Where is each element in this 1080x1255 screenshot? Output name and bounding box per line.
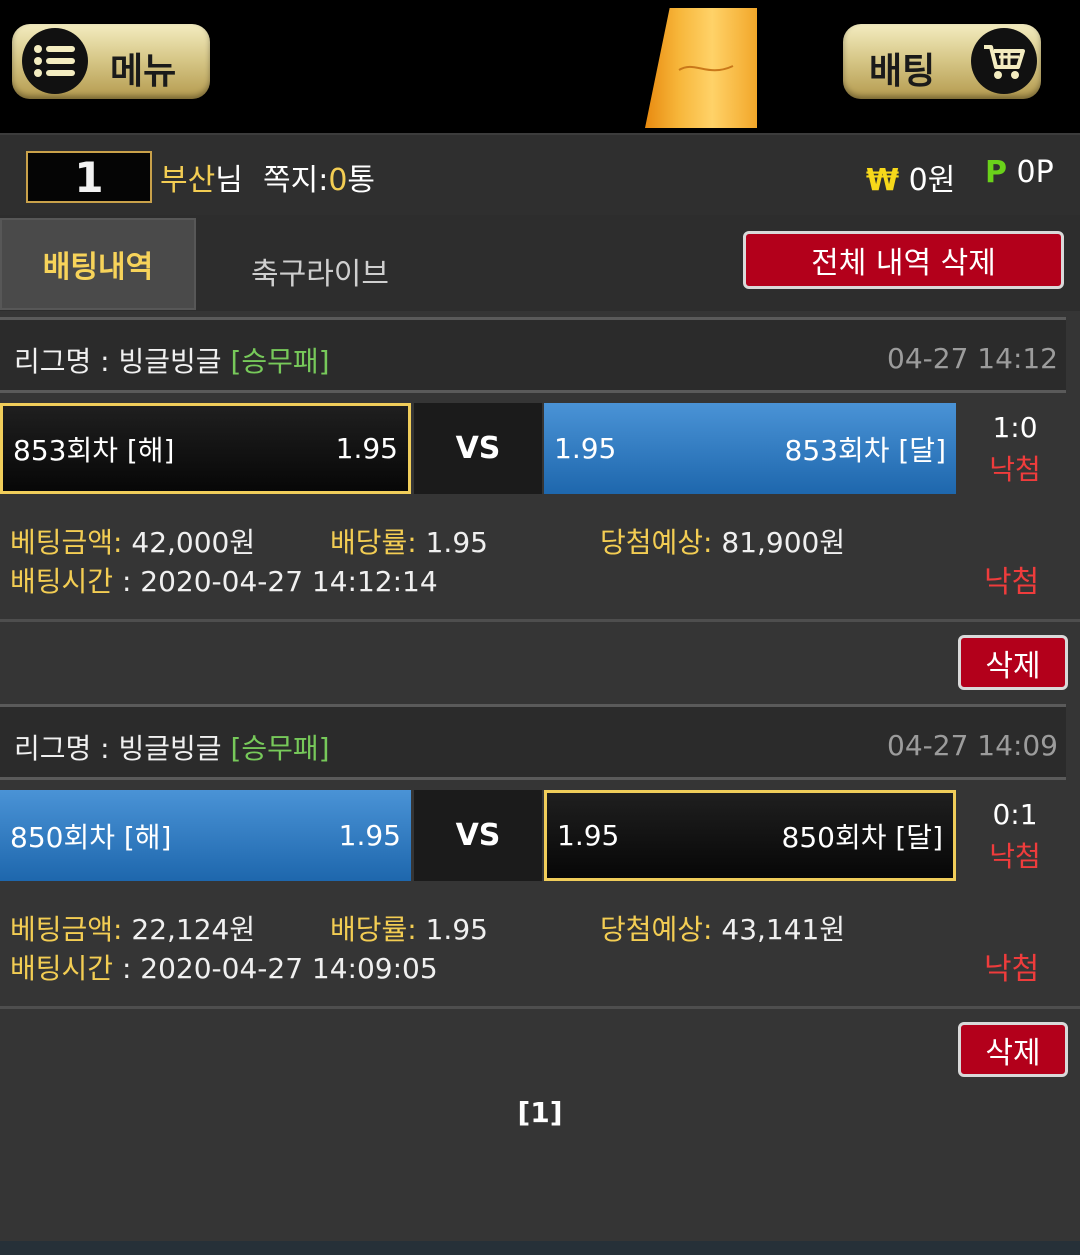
odds-rate-value: 1.95 bbox=[416, 913, 488, 946]
money-display: ₩ 0원 bbox=[866, 155, 955, 199]
level-badge: 1 bbox=[26, 151, 152, 203]
match-result: 낙첨 bbox=[989, 453, 1041, 486]
logo-graphic bbox=[645, 8, 757, 128]
home-odds: 1.95 bbox=[338, 819, 401, 852]
top-bar: 메뉴 배팅 bbox=[0, 0, 1080, 133]
bet-amount: 베팅금액: 42,000원 bbox=[10, 521, 255, 561]
user-info-bar: 1 부산님 쪽지:0통 ₩ 0원 P 0P bbox=[0, 133, 1080, 215]
expected-win-label: 당첨예상: bbox=[600, 913, 713, 946]
expected-win: 당첨예상: 43,141원 bbox=[600, 908, 845, 948]
tab-betting-history[interactable]: 배팅내역 bbox=[0, 218, 196, 310]
betting-label: 배팅 bbox=[869, 51, 936, 92]
bet-amount-value: 42,000원 bbox=[122, 526, 256, 559]
divider bbox=[0, 619, 1080, 622]
home-odds: 1.95 bbox=[335, 432, 398, 465]
bet-time: 배팅시간 : 2020-04-27 14:12:14 bbox=[10, 560, 438, 600]
odds-rate-value: 1.95 bbox=[416, 526, 488, 559]
final-score: 0:1 bbox=[992, 798, 1038, 831]
bottom-edge bbox=[0, 1241, 1080, 1255]
points-display: P 0P bbox=[985, 155, 1054, 190]
user-greeting: 부산님 bbox=[160, 155, 243, 199]
tab-bar: 배팅내역 축구라이브 전체 내역 삭제 bbox=[0, 215, 1080, 311]
odds-rate-label: 배당률: bbox=[330, 913, 417, 946]
final-score: 1:0 bbox=[992, 411, 1038, 444]
expected-win-value: 43,141원 bbox=[712, 913, 846, 946]
list-icon bbox=[22, 28, 88, 94]
bet-status: 낙첨 bbox=[984, 952, 1040, 987]
cart-icon bbox=[971, 28, 1037, 94]
league-header: 리그명 : 빙글빙글 [승무패] 04-27 14:12 bbox=[0, 317, 1066, 393]
message-unit: 통 bbox=[347, 163, 376, 198]
menu-label: 메뉴 bbox=[110, 51, 177, 92]
expected-win-value: 81,900원 bbox=[712, 526, 846, 559]
match-row: 850회차 [해] 1.95 VS 1.95 850회차 [달] 0:1 낙첨 bbox=[0, 790, 1080, 881]
league-label: 리그명 : 빙글빙글 bbox=[14, 345, 231, 378]
message-label: 쪽지: bbox=[263, 163, 329, 198]
odds-rate-label: 배당률: bbox=[330, 526, 417, 559]
away-odds: 1.95 bbox=[554, 432, 617, 465]
bet-details: 베팅금액: 42,000원 배당률: 1.95 당첨예상: 81,900원 배팅… bbox=[0, 503, 1080, 617]
vs-label: VS bbox=[414, 403, 542, 494]
bet-time-label: 배팅시간 bbox=[10, 952, 114, 985]
message-link[interactable]: 쪽지:0통 bbox=[263, 155, 375, 199]
home-team-option[interactable]: 853회차 [해] 1.95 bbox=[0, 403, 411, 494]
delete-all-button[interactable]: 전체 내역 삭제 bbox=[743, 231, 1064, 289]
away-team-option[interactable]: 1.95 850회차 [달] bbox=[544, 790, 956, 881]
match-row: 853회차 [해] 1.95 VS 1.95 853회차 [달] 1:0 낙첨 bbox=[0, 403, 1080, 494]
score-box: 1:0 낙첨 bbox=[962, 407, 1068, 491]
game-time: 04-27 14:09 bbox=[887, 729, 1058, 762]
divider bbox=[0, 1006, 1080, 1009]
bet-amount-label: 베팅금액: bbox=[10, 526, 123, 559]
away-team-name: 850회차 [달] bbox=[781, 820, 943, 854]
user-name: 부산 bbox=[160, 163, 216, 198]
bet-amount-label: 베팅금액: bbox=[10, 913, 123, 946]
home-team-name: 853회차 [해] bbox=[13, 433, 175, 467]
vs-label: VS bbox=[414, 790, 542, 881]
home-team-option[interactable]: 850회차 [해] 1.95 bbox=[0, 790, 411, 881]
won-icon: ₩ bbox=[866, 163, 900, 198]
league-name: 리그명 : 빙글빙글 [승무패] bbox=[14, 340, 330, 380]
betting-cart-button[interactable]: 배팅 bbox=[843, 24, 1041, 99]
league-name: 리그명 : 빙글빙글 [승무패] bbox=[14, 727, 330, 767]
away-team-name: 853회차 [달] bbox=[784, 433, 946, 467]
bet-time-value: : 2020-04-27 14:09:05 bbox=[113, 952, 438, 985]
home-team-name: 850회차 [해] bbox=[10, 820, 172, 854]
bet-time: 배팅시간 : 2020-04-27 14:09:05 bbox=[10, 947, 438, 987]
level-number: 1 bbox=[74, 152, 104, 202]
bet-amount: 베팅금액: 22,124원 bbox=[10, 908, 255, 948]
points-value: 0P bbox=[1016, 155, 1054, 190]
expected-win: 당첨예상: 81,900원 bbox=[600, 521, 845, 561]
bet-status: 낙첨 bbox=[984, 565, 1040, 600]
bet-amount-value: 22,124원 bbox=[122, 913, 256, 946]
user-suffix: 님 bbox=[215, 163, 243, 198]
pagination[interactable]: [1] bbox=[0, 1096, 1080, 1129]
game-time: 04-27 14:12 bbox=[887, 342, 1058, 375]
expected-win-label: 당첨예상: bbox=[600, 526, 713, 559]
score-box: 0:1 낙첨 bbox=[962, 794, 1068, 878]
away-team-option[interactable]: 1.95 853회차 [달] bbox=[544, 403, 956, 494]
league-label: 리그명 : 빙글빙글 bbox=[14, 732, 231, 765]
bet-time-label: 배팅시간 bbox=[10, 565, 114, 598]
page-link-1[interactable]: [1] bbox=[517, 1096, 562, 1129]
delete-button[interactable]: 삭제 bbox=[958, 635, 1068, 690]
tab-soccer-live[interactable]: 축구라이브 bbox=[198, 215, 442, 311]
menu-button[interactable]: 메뉴 bbox=[12, 24, 210, 99]
delete-button[interactable]: 삭제 bbox=[958, 1022, 1068, 1077]
points-icon: P bbox=[985, 155, 1007, 190]
message-count: 0 bbox=[328, 163, 348, 198]
match-result: 낙첨 bbox=[989, 840, 1041, 873]
odds-rate: 배당률: 1.95 bbox=[330, 521, 488, 561]
money-value: 0원 bbox=[908, 163, 956, 198]
bet-category: [승무패] bbox=[230, 345, 330, 378]
bet-details: 베팅금액: 22,124원 배당률: 1.95 당첨예상: 43,141원 배팅… bbox=[0, 890, 1080, 1004]
odds-rate: 배당률: 1.95 bbox=[330, 908, 488, 948]
bet-time-value: : 2020-04-27 14:12:14 bbox=[113, 565, 438, 598]
bet-category: [승무패] bbox=[230, 732, 330, 765]
league-header: 리그명 : 빙글빙글 [승무패] 04-27 14:09 bbox=[0, 704, 1066, 780]
away-odds: 1.95 bbox=[557, 819, 620, 852]
